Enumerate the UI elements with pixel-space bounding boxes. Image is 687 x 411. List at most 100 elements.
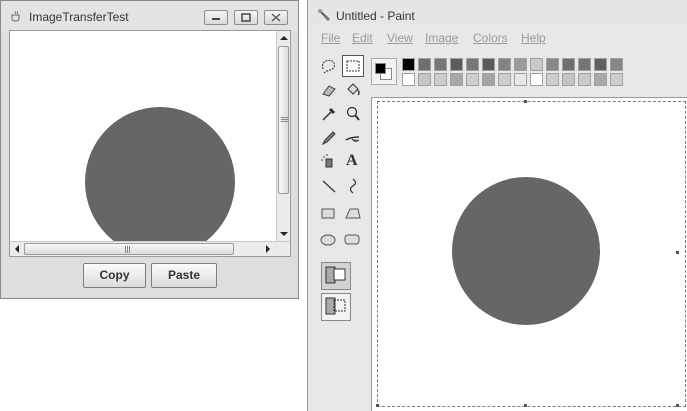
- palette-color-swatch[interactable]: [498, 58, 511, 71]
- rectangle-select-tool[interactable]: [342, 55, 364, 77]
- java-title-bar[interactable]: ImageTransferTest: [1, 1, 298, 31]
- horizontal-scrollbar[interactable]: [10, 241, 290, 256]
- eraser-tool[interactable]: [318, 79, 340, 101]
- magnifier-tool[interactable]: [342, 103, 364, 125]
- resize-handle-right[interactable]: [676, 251, 679, 254]
- free-form-select-icon: [321, 59, 335, 74]
- fill-tool[interactable]: [342, 79, 364, 101]
- scroll-down-arrow-icon[interactable]: [279, 230, 289, 238]
- line-icon: [322, 180, 336, 193]
- copy-button[interactable]: Copy: [83, 263, 146, 288]
- palette-color-swatch[interactable]: [562, 58, 575, 71]
- line-tool[interactable]: [318, 175, 340, 197]
- rounded-rectangle-tool[interactable]: [342, 228, 364, 250]
- close-icon: [271, 13, 281, 22]
- menu-image[interactable]: Image: [425, 31, 458, 45]
- menu-colors[interactable]: Colors: [473, 31, 508, 45]
- maximize-button[interactable]: [234, 10, 258, 25]
- magnifier-icon: [346, 106, 360, 121]
- opaque-selection-option[interactable]: [321, 262, 351, 290]
- palette-color-swatch[interactable]: [498, 73, 511, 86]
- resize-handle-bottom[interactable]: [524, 404, 527, 407]
- fill-bucket-icon: [347, 83, 360, 96]
- palette-color-swatch[interactable]: [530, 58, 543, 71]
- palette-color-swatch[interactable]: [546, 58, 559, 71]
- polygon-icon: [345, 208, 361, 219]
- palette-color-swatch[interactable]: [482, 73, 495, 86]
- current-colors[interactable]: [371, 58, 397, 85]
- brush-tool[interactable]: [342, 127, 364, 149]
- resize-handle-top[interactable]: [524, 100, 527, 103]
- vertical-scrollbar[interactable]: [276, 31, 290, 241]
- resize-handle-corner[interactable]: [676, 404, 679, 407]
- palette-color-swatch[interactable]: [610, 73, 623, 86]
- curve-tool[interactable]: [342, 175, 364, 197]
- transparent-option-icon: [325, 297, 346, 315]
- canvas-drawing: [452, 177, 600, 325]
- image-panel[interactable]: [9, 30, 291, 257]
- paste-button[interactable]: Paste: [151, 263, 217, 288]
- scroll-right-arrow-icon[interactable]: [264, 244, 272, 254]
- airbrush-icon: [321, 154, 333, 168]
- minimize-button[interactable]: [204, 10, 228, 25]
- palette-color-swatch[interactable]: [466, 58, 479, 71]
- minimize-icon: [212, 18, 220, 20]
- palette-color-swatch[interactable]: [450, 58, 463, 71]
- palette-color-swatch[interactable]: [434, 58, 447, 71]
- text-tool-icon: A: [346, 152, 358, 169]
- eraser-icon: [322, 85, 336, 97]
- eyedropper-icon: [322, 107, 336, 121]
- horizontal-scroll-thumb[interactable]: [24, 243, 234, 255]
- menu-edit[interactable]: Edit: [352, 31, 373, 45]
- menu-view[interactable]: View: [387, 31, 413, 45]
- paint-title-bar[interactable]: Untitled - Paint: [308, 0, 687, 30]
- text-tool[interactable]: A: [342, 151, 364, 173]
- palette-color-swatch[interactable]: [578, 58, 591, 71]
- scroll-left-arrow-icon[interactable]: [13, 244, 21, 254]
- rectangle-icon: [321, 208, 335, 219]
- palette-color-swatch[interactable]: [594, 58, 607, 71]
- palette-color-swatch[interactable]: [466, 73, 479, 86]
- palette-color-swatch[interactable]: [418, 73, 431, 86]
- palette-color-swatch[interactable]: [418, 58, 431, 71]
- palette-color-swatch[interactable]: [450, 73, 463, 86]
- java-cup-icon: [11, 10, 20, 22]
- menu-bar: File Edit View Image Colors Help: [308, 30, 687, 48]
- close-button[interactable]: [264, 10, 288, 25]
- transparent-selection-option[interactable]: [321, 293, 351, 321]
- rectangle-select-icon: [346, 60, 360, 72]
- paint-window: Untitled - Paint File Edit View Image Co…: [307, 0, 687, 411]
- grip-icon: [281, 117, 288, 122]
- pencil-tool[interactable]: [318, 127, 340, 149]
- palette-color-swatch[interactable]: [434, 73, 447, 86]
- paint-window-title: Untitled - Paint: [336, 9, 415, 23]
- palette-color-swatch[interactable]: [578, 73, 591, 86]
- rectangle-tool[interactable]: [318, 202, 340, 224]
- opaque-option-icon: [325, 266, 346, 284]
- palette-color-swatch[interactable]: [514, 73, 527, 86]
- resize-handle-bottom-left[interactable]: [376, 404, 379, 407]
- palette-color-swatch[interactable]: [402, 58, 415, 71]
- drawing-canvas[interactable]: [371, 97, 687, 411]
- palette-color-swatch[interactable]: [594, 73, 607, 86]
- vertical-scroll-thumb[interactable]: [278, 46, 289, 194]
- palette-color-swatch[interactable]: [514, 58, 527, 71]
- free-form-select-tool[interactable]: [318, 55, 340, 77]
- polygon-tool[interactable]: [342, 202, 364, 224]
- palette-color-swatch[interactable]: [546, 73, 559, 86]
- menu-help[interactable]: Help: [521, 31, 546, 45]
- palette-color-swatch[interactable]: [610, 58, 623, 71]
- menu-file[interactable]: File: [321, 31, 340, 45]
- grip-icon: [125, 246, 130, 253]
- airbrush-tool[interactable]: [318, 151, 340, 173]
- palette-color-swatch[interactable]: [482, 58, 495, 71]
- ellipse-tool[interactable]: [318, 228, 340, 250]
- palette-color-swatch[interactable]: [402, 73, 415, 86]
- palette-color-swatch[interactable]: [562, 73, 575, 86]
- java-window: ImageTransferTest Copy Paste: [0, 0, 299, 299]
- pencil-icon: [321, 131, 336, 146]
- foreground-color-swatch: [375, 63, 386, 74]
- palette-color-swatch[interactable]: [530, 73, 543, 86]
- color-picker-tool[interactable]: [318, 103, 340, 125]
- scroll-up-arrow-icon[interactable]: [279, 34, 289, 42]
